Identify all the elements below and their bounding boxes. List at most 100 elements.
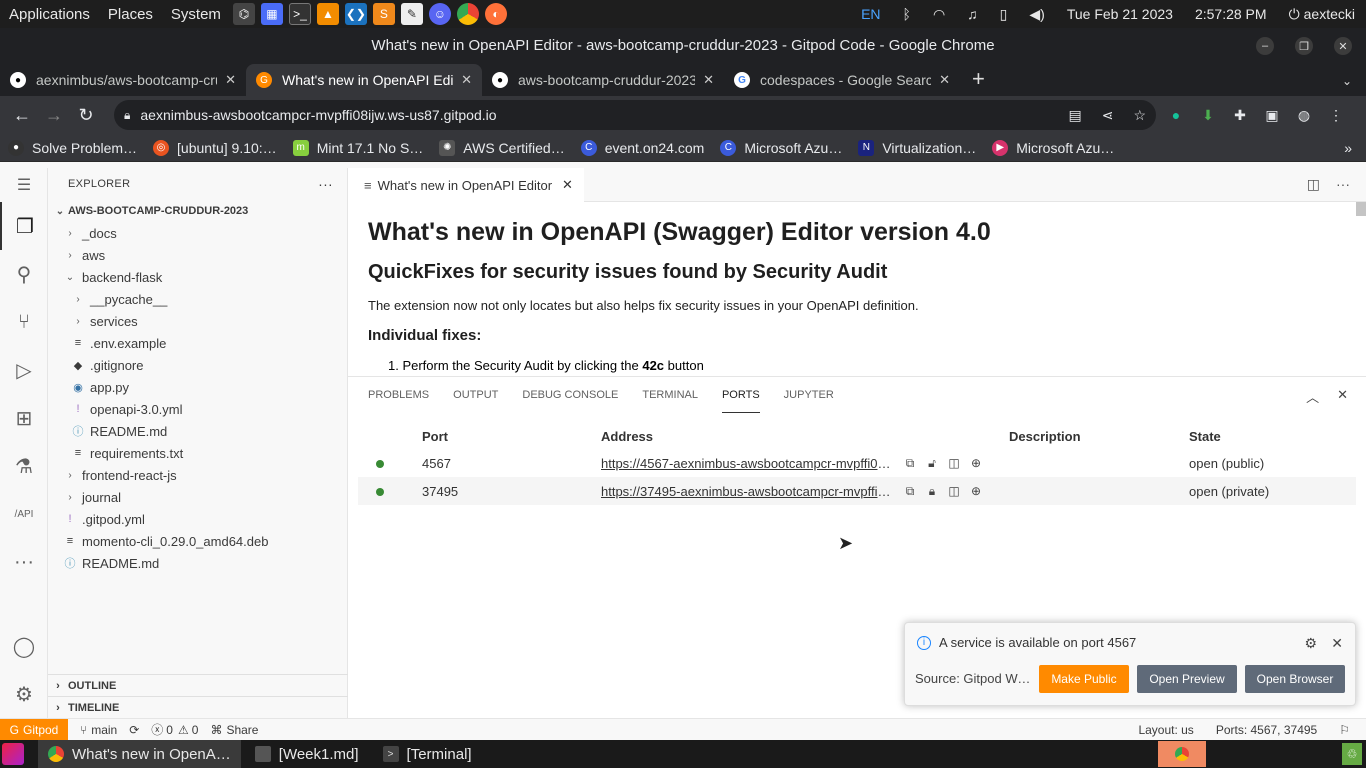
- globe-icon[interactable]: ⊕: [969, 456, 983, 470]
- omnibox[interactable]: 🔒︎ aexnimbus-awsbootcampcr-mvpffi08ijw.w…: [114, 100, 1156, 130]
- tab-search-chevron-icon[interactable]: ⌄: [1342, 74, 1352, 88]
- tab-output[interactable]: OUTPUT: [453, 377, 498, 413]
- url-text[interactable]: aexnimbus-awsbootcampcr-mvpffi08ijw.ws-u…: [140, 107, 496, 123]
- bookmark-item[interactable]: ▶ Microsoft Azu…: [984, 139, 1122, 156]
- table-row[interactable]: 37495 https://37495-aexnimbus-awsbootcam…: [358, 477, 1356, 505]
- close-editor-tab-icon[interactable]: ✕: [562, 177, 573, 193]
- tab-github-repo[interactable]: ● aexnimbus/aws-bootcamp-cruddur-2023 ✕: [0, 64, 246, 96]
- reload-button[interactable]: ↻: [70, 105, 102, 126]
- tab-google-search[interactable]: G codespaces - Google Search ✕: [724, 64, 960, 96]
- openapi-icon[interactable]: /API: [0, 490, 48, 538]
- editor-scrollbar[interactable]: [1356, 202, 1366, 216]
- accounts-icon[interactable]: ◯: [0, 622, 48, 670]
- copy-icon[interactable]: ⧉: [903, 484, 917, 499]
- tree-file[interactable]: ◉ app.py: [48, 376, 347, 398]
- copy-icon[interactable]: ⧉: [903, 456, 917, 471]
- tree-file[interactable]: ◆ .gitignore: [48, 354, 347, 376]
- tree-folder[interactable]: › frontend-react-js: [48, 464, 347, 486]
- branch-indicator[interactable]: ⑂ main: [80, 723, 117, 737]
- close-tab-icon[interactable]: ✕: [939, 72, 950, 88]
- tree-file[interactable]: ⓘ README.md: [48, 420, 347, 442]
- screenshot-icon[interactable]: ▦: [260, 3, 283, 25]
- sublime-icon[interactable]: S: [372, 3, 395, 25]
- tab-jupyter[interactable]: JUPYTER: [784, 377, 834, 413]
- tree-folder[interactable]: › aws: [48, 244, 347, 266]
- taskbar-item-terminal[interactable]: > [Terminal]: [373, 740, 482, 768]
- bookmark-item[interactable]: ✺ AWS Certified…: [431, 139, 572, 156]
- maximize-button[interactable]: ❐: [1295, 37, 1313, 55]
- lock-icon[interactable]: 🔒︎: [124, 108, 130, 123]
- download-icon[interactable]: ⬇: [1192, 107, 1224, 124]
- tab-terminal[interactable]: TERMINAL: [642, 377, 698, 413]
- tree-file[interactable]: ! openapi-3.0.yml: [48, 398, 347, 420]
- menu-system[interactable]: System: [162, 6, 230, 23]
- explorer-files-icon[interactable]: ❐: [0, 202, 48, 250]
- column-state[interactable]: State: [1189, 429, 1349, 444]
- volume-icon[interactable]: ◀): [1029, 6, 1044, 23]
- bookmark-item[interactable]: N Virtualization…: [850, 139, 984, 156]
- bookmark-item[interactable]: m Mint 17.1 No S…: [285, 139, 432, 156]
- taskbar-item-chrome[interactable]: What's new in OpenA…: [38, 740, 241, 768]
- more-actions-icon[interactable]: ···: [1336, 176, 1350, 193]
- new-tab-button[interactable]: +: [972, 66, 985, 92]
- vlc-icon[interactable]: ▲: [316, 3, 339, 25]
- tab-problems[interactable]: PROBLEMS: [368, 377, 429, 413]
- tree-folder[interactable]: › __pycache__: [48, 288, 347, 310]
- extensions-icon[interactable]: ⊞: [0, 394, 48, 442]
- column-port[interactable]: Port: [422, 429, 601, 444]
- clipboard-icon[interactable]: ▤: [1068, 107, 1081, 124]
- source-control-icon[interactable]: ⑂: [0, 298, 48, 346]
- battery-icon[interactable]: ▯: [1000, 6, 1008, 23]
- wifi-icon[interactable]: ◠: [933, 6, 945, 23]
- workspace-switcher[interactable]: [1158, 741, 1206, 767]
- close-tab-icon[interactable]: ✕: [225, 72, 236, 88]
- feedback-icon[interactable]: ⚐: [1339, 723, 1350, 737]
- editor-tab-whats-new[interactable]: ≡ What's new in OpenAPI Editor ✕: [348, 168, 584, 202]
- run-debug-icon[interactable]: ▷: [0, 346, 48, 394]
- open-preview-button[interactable]: Open Preview: [1137, 665, 1237, 693]
- globe-icon[interactable]: ⊕: [969, 484, 983, 498]
- close-panel-icon[interactable]: ✕: [1337, 387, 1348, 406]
- preview-icon[interactable]: ◫: [947, 484, 961, 498]
- tree-folder[interactable]: ⌄ backend-flask: [48, 266, 347, 288]
- tree-folder[interactable]: › services: [48, 310, 347, 332]
- split-editor-icon[interactable]: ◫: [1307, 176, 1320, 193]
- tree-file[interactable]: ≡ momento-cli_0.29.0_amd64.deb: [48, 530, 347, 552]
- bluetooth-icon[interactable]: ᛒ: [903, 6, 911, 22]
- bookmark-item[interactable]: ◎ [ubuntu] 9.10:…: [145, 139, 285, 156]
- chrome-icon[interactable]: [456, 3, 479, 25]
- search-icon[interactable]: ⚲: [0, 250, 48, 298]
- bookmark-item[interactable]: C Microsoft Azu…: [712, 139, 850, 156]
- tree-folder[interactable]: › journal: [48, 486, 347, 508]
- tab-debug-console[interactable]: DEBUG CONSOLE: [522, 377, 618, 413]
- profile-avatar[interactable]: ◍: [1288, 107, 1320, 124]
- hamburger-menu-icon[interactable]: ☰: [0, 168, 48, 202]
- tree-folder[interactable]: › _docs: [48, 222, 347, 244]
- date[interactable]: Tue Feb 21 2023: [1067, 6, 1173, 22]
- testing-flask-icon[interactable]: ⚗: [0, 442, 48, 490]
- clock[interactable]: 2:57:28 PM: [1195, 6, 1267, 22]
- make-public-button[interactable]: Make Public: [1039, 665, 1129, 693]
- keyboard-layout-status[interactable]: Layout: us: [1138, 723, 1193, 737]
- close-icon[interactable]: ✕: [1331, 635, 1343, 652]
- minimize-button[interactable]: –: [1256, 37, 1274, 55]
- share-button[interactable]: ⌘ Share: [210, 723, 258, 737]
- share-icon[interactable]: ⋖: [1102, 107, 1114, 124]
- grammarly-icon[interactable]: ●: [1160, 107, 1192, 123]
- menu-places[interactable]: Places: [99, 6, 162, 23]
- network-icon[interactable]: ⌬: [232, 3, 255, 25]
- power-icon[interactable]: ⏻: [1289, 6, 1300, 23]
- more-views-icon[interactable]: ···: [0, 538, 48, 586]
- sync-icon[interactable]: ⟳: [129, 723, 139, 737]
- more-actions-icon[interactable]: ···: [318, 176, 333, 192]
- text-editor-icon[interactable]: ✎: [400, 3, 423, 25]
- tree-file[interactable]: ⓘ README.md: [48, 552, 347, 574]
- tree-file[interactable]: ! .gitpod.yml: [48, 508, 347, 530]
- tree-file[interactable]: ≡ .env.example: [48, 332, 347, 354]
- manage-gear-icon[interactable]: ⚙: [0, 670, 48, 718]
- address-link[interactable]: https://4567-aexnimbus-awsbootcampcr-mvp…: [601, 456, 895, 471]
- maximize-panel-icon[interactable]: ︿: [1306, 387, 1319, 406]
- user-name[interactable]: aextecki: [1304, 6, 1355, 22]
- column-description[interactable]: Description: [1009, 429, 1189, 444]
- ports-status[interactable]: Ports: 4567, 37495: [1216, 723, 1317, 737]
